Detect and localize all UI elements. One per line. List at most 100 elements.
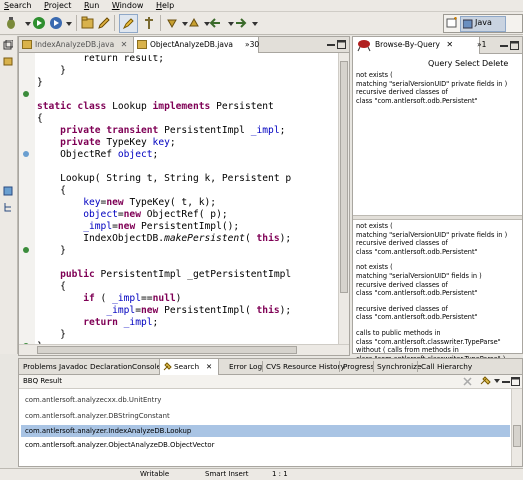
menu-run[interactable]: Run [84, 0, 99, 11]
open-perspective-icon[interactable] [446, 17, 458, 29]
code-token: { [37, 113, 43, 124]
code-token: _impl [112, 293, 141, 304]
minimize-icon[interactable] [327, 41, 335, 49]
next-annotation-icon[interactable] [165, 16, 179, 30]
list-item[interactable]: com.antlersoft.analyzer.DBStringConstant [21, 410, 510, 422]
tab-declaration[interactable]: Declaration [90, 359, 132, 374]
history-text-line[interactable]: not exists ( [356, 263, 393, 271]
tab-problems[interactable]: Problems [23, 359, 57, 374]
editor-vertical-scrollbar[interactable] [338, 53, 349, 345]
package-explorer-icon[interactable] [3, 56, 13, 66]
list-item[interactable]: com.antlersoft.analyzer.ObjectAnalyzeDB.… [21, 439, 510, 451]
history-text-line[interactable]: calls to public methods in [356, 329, 441, 337]
menu-search[interactable]: Search [4, 0, 31, 11]
history-text-line[interactable]: class "com.antlersoft.odb.Persistent" [356, 289, 478, 297]
scroll-thumb[interactable] [513, 425, 521, 447]
code-token: } [37, 77, 43, 88]
forward-icon[interactable] [233, 16, 247, 30]
restore-icon[interactable] [3, 40, 13, 50]
history-text-line[interactable]: class "com.antlersoft.classwriter.TypePa… [356, 338, 501, 346]
tab-console[interactable]: Console [132, 359, 161, 374]
editor-tab-overflow[interactable]: »30 [241, 37, 259, 52]
list-item-selected[interactable]: com.antlersoft.analyzer.IndexAnalyzeDB.L… [21, 425, 510, 437]
history-text-line[interactable]: not exists ( [356, 222, 393, 230]
scroll-thumb[interactable] [37, 346, 297, 354]
outline-icon[interactable] [3, 186, 13, 196]
tab-separator [262, 361, 263, 372]
maximize-icon[interactable] [337, 40, 346, 49]
history-text-line[interactable]: recursive derived classes of [356, 239, 448, 247]
bottom-tab-bar: Problems Javadoc Declaration Console Sea… [19, 359, 522, 375]
history-text-line[interactable]: recursive derived classes of [356, 281, 448, 289]
dropdown-arrow-icon[interactable] [62, 16, 76, 30]
code-token: private [60, 137, 107, 148]
editor-horizontal-scrollbar[interactable] [19, 344, 349, 355]
perspective-java-button[interactable]: Java [460, 16, 506, 32]
menu-window[interactable]: Window [112, 0, 144, 11]
tab-call-hierarchy[interactable]: Call Hierarchy [421, 359, 472, 374]
toggle-mark-occurrences-button[interactable] [119, 14, 138, 33]
select-button[interactable]: Select [455, 59, 480, 68]
run-icon[interactable] [32, 16, 46, 30]
history-text-line[interactable]: matching "serialVersionUID" private fiel… [356, 231, 507, 239]
tab-error-log[interactable]: Error Log [229, 359, 262, 374]
code-token: Lookup( String t, String k, Persistent p [37, 173, 292, 184]
minimize-icon[interactable] [502, 378, 510, 386]
results-vertical-scrollbar[interactable] [511, 389, 522, 466]
code-token: TypeKey [106, 137, 153, 148]
debug-icon[interactable] [4, 16, 18, 30]
bbq-grill-icon [357, 40, 371, 52]
code-token: } [37, 245, 66, 256]
code-token: ObjectRef [37, 149, 118, 160]
remove-all-icon[interactable] [463, 377, 472, 386]
previous-annotation-icon[interactable] [187, 16, 201, 30]
query-history-list[interactable]: not exists (matching "serialVersionUID" … [353, 219, 522, 363]
java-editor[interactable]: IndexAnalyzeDB.java ✕ ObjectAnalyzeDB.ja… [18, 36, 350, 373]
menu-help[interactable]: Help [156, 0, 174, 11]
history-text-line[interactable]: matching "serialVersionUID" fields in ) [356, 272, 482, 280]
dropdown-arrow-icon[interactable] [248, 16, 262, 30]
close-icon[interactable]: ✕ [206, 359, 212, 374]
maximize-icon[interactable] [510, 41, 519, 50]
query-button[interactable]: Query [428, 59, 452, 68]
open-type-icon[interactable] [81, 16, 95, 30]
code-token: ; [279, 125, 286, 136]
constructor-marker-icon [23, 151, 29, 157]
code-line: return result; [37, 55, 164, 65]
override-marker-icon [23, 247, 29, 253]
history-text-line[interactable]: without ( calls from methods in [356, 346, 459, 354]
tab-synchronize[interactable]: Synchronize [377, 359, 422, 374]
scroll-thumb[interactable] [340, 61, 348, 293]
editor-tab-indexanalyzedb[interactable]: IndexAnalyzeDB.java ✕ [19, 37, 139, 52]
external-tools-icon[interactable] [49, 16, 63, 30]
minimize-icon[interactable] [500, 42, 508, 50]
pencil-icon[interactable] [97, 16, 111, 30]
tab-javadoc[interactable]: Javadoc [59, 359, 88, 374]
hierarchy-icon[interactable] [3, 202, 13, 212]
tab-cvs-resource-history[interactable]: CVS Resource History [266, 359, 345, 374]
tab-search[interactable]: Search ✕ [159, 359, 219, 375]
back-icon[interactable] [209, 16, 223, 30]
list-item[interactable]: com.antlersoft.analyzecxx.db.UnitEntry [21, 394, 510, 406]
dropdown-arrow-icon[interactable] [494, 378, 500, 384]
close-icon[interactable]: ✕ [121, 40, 128, 49]
close-icon[interactable]: ✕ [446, 40, 453, 49]
java-file-icon [22, 40, 32, 49]
tab-progress[interactable]: Progress [343, 359, 374, 374]
editor-tab-bar: IndexAnalyzeDB.java ✕ ObjectAnalyzeDB.ja… [19, 37, 349, 53]
query-input[interactable]: not exists (matching "serialVersionUID" … [353, 71, 522, 219]
menu-project[interactable]: Project [44, 0, 71, 11]
history-text-line[interactable]: class "com.antlersoft.odb.Persistent" [356, 248, 478, 256]
show-whitespace-icon[interactable] [142, 16, 156, 30]
search-history-icon[interactable] [480, 376, 492, 386]
delete-button[interactable]: Delete [482, 59, 508, 68]
view-overflow[interactable]: »1 [477, 40, 486, 49]
tab-browse-by-query[interactable]: Browse-By-Query ✕ [353, 37, 480, 54]
java-perspective-icon [463, 19, 473, 29]
code-area[interactable]: return result; }} static class Lookup imp… [37, 55, 337, 355]
history-text-line[interactable]: class "com.antlersoft.odb.Persistent" [356, 313, 478, 321]
maximize-icon[interactable] [511, 377, 520, 386]
history-text-line[interactable]: recursive derived classes of [356, 305, 448, 313]
